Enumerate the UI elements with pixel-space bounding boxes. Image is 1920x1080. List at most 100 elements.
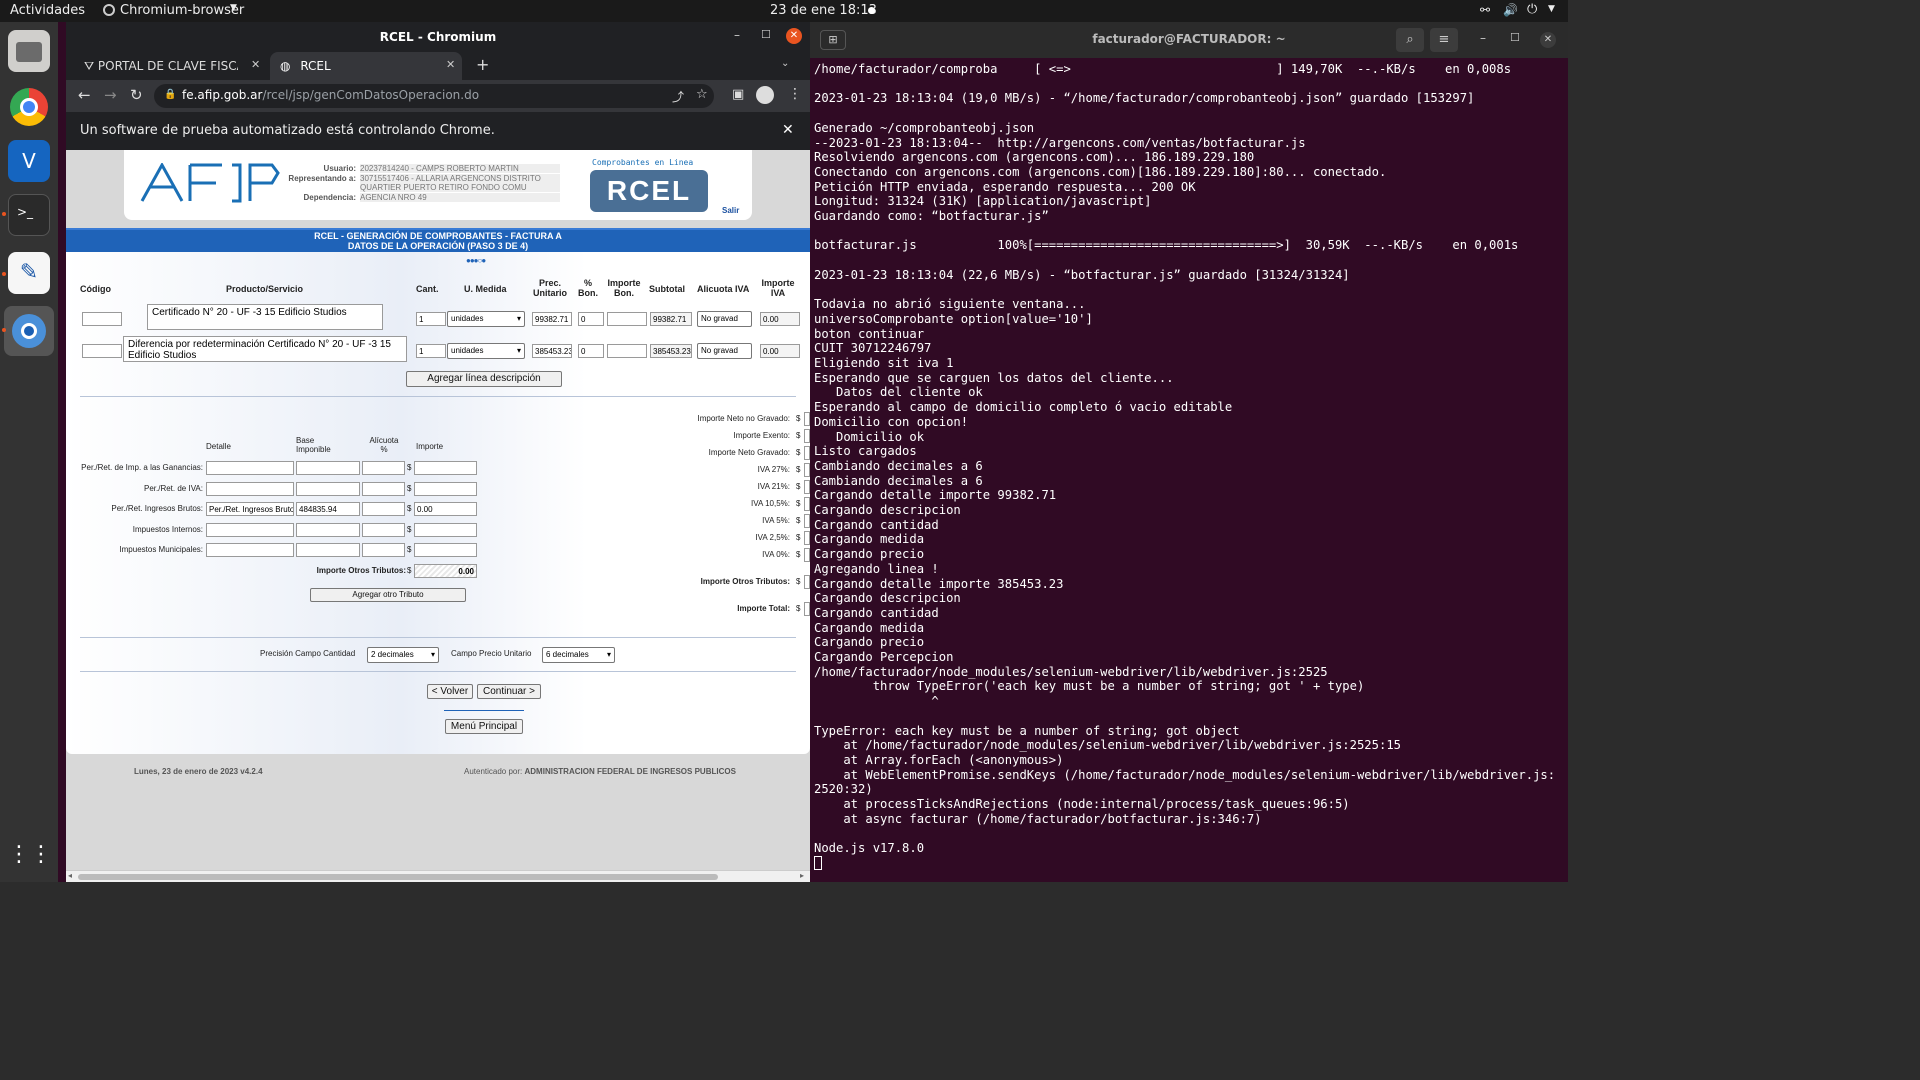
- alicuota-iva-select[interactable]: No gravad: [697, 311, 752, 327]
- precision-precio-select[interactable]: 6 decimales ▾: [542, 647, 615, 663]
- tributo-importe-input[interactable]: 0.00: [414, 502, 477, 516]
- tributo-base-input[interactable]: [296, 543, 360, 557]
- bonificacion-pct-input[interactable]: 0: [578, 312, 604, 326]
- tributo-base-input[interactable]: [296, 461, 360, 475]
- terminal-line: Cargando descripcion: [814, 503, 961, 517]
- bonificacion-pct-input[interactable]: 0: [578, 344, 604, 358]
- profile-avatar-icon[interactable]: [756, 86, 774, 104]
- add-tributo-button[interactable]: Agregar otro Tributo: [310, 588, 466, 602]
- terminal-search-icon[interactable]: ⌕: [1396, 28, 1424, 52]
- maximize-icon[interactable]: ☐: [761, 28, 771, 41]
- operation-panel: RCEL - GENERACIÓN DE COMPROBANTES - FACT…: [66, 228, 810, 754]
- title-band: RCEL - GENERACIÓN DE COMPROBANTES - FACT…: [66, 228, 810, 252]
- tributo-detalle-input[interactable]: [206, 543, 294, 557]
- tributo-alicuota-input[interactable]: [362, 482, 405, 496]
- scroll-left-icon[interactable]: ◂: [68, 871, 72, 880]
- tributo-importe-input[interactable]: [414, 461, 477, 475]
- terminal-menu-icon[interactable]: ≡: [1430, 28, 1458, 52]
- scrollbar-thumb[interactable]: [78, 874, 718, 880]
- horizontal-scrollbar[interactable]: ◂ ▸: [66, 870, 810, 882]
- codigo-input[interactable]: [82, 312, 122, 326]
- cantidad-input[interactable]: 1: [416, 344, 446, 358]
- back-icon[interactable]: ←: [78, 86, 91, 104]
- bonificacion-importe-input[interactable]: [607, 344, 647, 358]
- close-tab-icon[interactable]: ✕: [251, 58, 260, 71]
- producto-textarea[interactable]: Diferencia por redeterminación Certifica…: [123, 336, 407, 362]
- new-tab-icon[interactable]: +: [476, 55, 489, 74]
- tab-search-chevron-icon[interactable]: ⌄: [781, 58, 789, 69]
- volume-icon[interactable]: 🔊: [1503, 3, 1518, 17]
- tributo-base-input[interactable]: 484835.94: [296, 502, 360, 516]
- text-editor-icon[interactable]: ✎: [8, 252, 50, 294]
- alicuota-iva-select[interactable]: No gravad: [697, 343, 752, 359]
- menu-principal-button[interactable]: Menú Principal: [445, 719, 523, 734]
- tributo-importe-input[interactable]: [414, 523, 477, 537]
- terminal-output[interactable]: /home/facturador/comproba [ <=> ] 149,70…: [810, 58, 1568, 882]
- vscode-icon[interactable]: V: [8, 140, 50, 182]
- minimize-icon[interactable]: –: [734, 28, 740, 42]
- close-tab-icon[interactable]: ✕: [446, 58, 455, 71]
- close-infobar-icon[interactable]: ✕: [782, 122, 794, 138]
- tributo-importe-input[interactable]: [414, 482, 477, 496]
- power-icon[interactable]: ⏻: [1527, 2, 1537, 17]
- tributo-alicuota-input[interactable]: [362, 523, 405, 537]
- share-icon[interactable]: ⤴: [672, 88, 684, 105]
- unidad-medida-select[interactable]: unidades ▾: [447, 311, 525, 327]
- minimize-icon[interactable]: –: [1480, 31, 1486, 45]
- chrome-icon[interactable]: [8, 86, 50, 128]
- salir-link[interactable]: Salir: [722, 206, 739, 215]
- tributo-detalle-input[interactable]: Per./Ret. Ingresos Brutos: [206, 502, 294, 516]
- reload-icon[interactable]: ↻: [130, 86, 143, 104]
- lock-icon[interactable]: 🔒: [164, 89, 176, 100]
- precision-cantidad-select[interactable]: 2 decimales ▾: [367, 647, 439, 663]
- side-panel-icon[interactable]: ▣: [732, 87, 744, 102]
- terminal-line: Esperando al campo de domicilio completo…: [814, 400, 1233, 415]
- close-window-button[interactable]: ✕: [786, 28, 802, 44]
- cantidad-input[interactable]: 1: [416, 312, 446, 326]
- terminal-line: Guardando como: “botfacturar.js”: [814, 209, 1049, 223]
- tributo-detalle-input[interactable]: [206, 461, 294, 475]
- show-apps-icon[interactable]: ⋮⋮⋮: [8, 834, 74, 876]
- clock[interactable]: 23 de ene 18:13: [770, 3, 877, 18]
- bonificacion-importe-input[interactable]: [607, 312, 647, 326]
- continuar-button[interactable]: Continuar >: [477, 684, 541, 699]
- precio-unitario-input[interactable]: 99382.71: [532, 312, 572, 326]
- user-label: Usuario:: [323, 164, 356, 173]
- maximize-icon[interactable]: ☐: [1510, 31, 1520, 44]
- forward-icon[interactable]: →: [104, 86, 117, 104]
- chevron-down-icon[interactable]: ▼: [230, 3, 237, 13]
- address-bar[interactable]: 🔒 fe.afip.gob.ar/rcel/jsp/genComDatosOpe…: [154, 84, 714, 108]
- system-menu-chevron-icon[interactable]: ▼: [1548, 4, 1555, 14]
- scroll-right-icon[interactable]: ▸: [800, 871, 804, 880]
- network-icon[interactable]: ⚯: [1480, 3, 1490, 17]
- tab-portal-clave-fiscal[interactable]: ⛛ PORTAL DE CLAVE FISCAL: [76, 54, 266, 78]
- tributo-detalle-input[interactable]: [206, 523, 294, 537]
- tributo-base-input[interactable]: [296, 482, 360, 496]
- producto-textarea[interactable]: Certificado N° 20 - UF -3 15 Edificio St…: [147, 304, 383, 330]
- activities-button[interactable]: Actividades: [10, 3, 85, 18]
- volver-button[interactable]: < Volver: [427, 684, 473, 699]
- dollar-sign: $: [796, 482, 801, 491]
- tributo-detalle-input[interactable]: [206, 482, 294, 496]
- tributo-importe-input[interactable]: [414, 543, 477, 557]
- tributo-alicuota-input[interactable]: [362, 543, 405, 557]
- bookmark-star-icon[interactable]: ☆: [696, 87, 708, 102]
- tributo-base-input[interactable]: [296, 523, 360, 537]
- terminal-icon[interactable]: >_: [8, 194, 50, 236]
- chromium-icon[interactable]: [4, 306, 54, 356]
- files-icon[interactable]: [8, 30, 50, 72]
- tributo-alicuota-input[interactable]: [362, 461, 405, 475]
- menu-dots-icon[interactable]: ⋮: [788, 86, 802, 102]
- add-line-button[interactable]: Agregar línea descripción: [406, 371, 562, 387]
- app-menu[interactable]: Chromium-browser: [120, 3, 244, 18]
- precio-unitario-input[interactable]: 385453.23: [532, 344, 572, 358]
- tributo-alicuota-input[interactable]: [362, 502, 405, 516]
- codigo-input[interactable]: [82, 344, 122, 358]
- close-window-button[interactable]: ✕: [1540, 32, 1556, 48]
- terminal-line: Generado ~/comprobanteobj.json: [814, 120, 1035, 135]
- terminal-line: throw TypeError('each key must be a numb…: [814, 679, 1365, 694]
- chevron-down-icon: ▾: [516, 314, 521, 323]
- tab-rcel[interactable]: ◍ RCEL: [270, 52, 462, 80]
- unidad-medida-select[interactable]: unidades ▾: [447, 343, 525, 359]
- dollar-sign: $: [407, 525, 412, 534]
